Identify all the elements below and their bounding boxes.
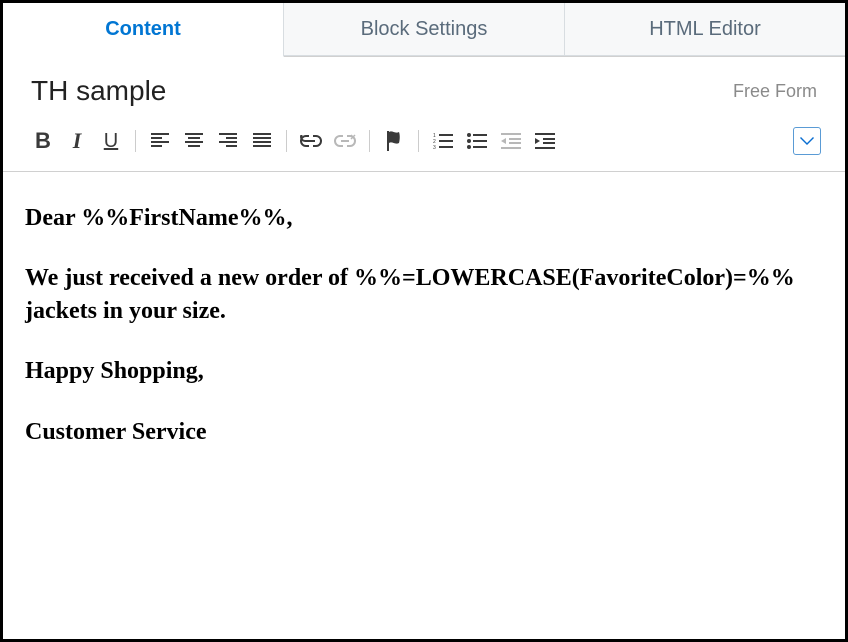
unordered-list-button[interactable] bbox=[461, 125, 493, 157]
align-justify-icon bbox=[253, 133, 271, 149]
toolbar-separator bbox=[135, 130, 136, 152]
ordered-list-button[interactable]: 123 bbox=[427, 125, 459, 157]
align-center-button[interactable] bbox=[178, 125, 210, 157]
italic-icon: I bbox=[73, 128, 82, 154]
chevron-down-icon bbox=[800, 136, 814, 146]
link-button[interactable] bbox=[295, 125, 327, 157]
align-right-icon bbox=[219, 133, 237, 149]
unordered-list-icon bbox=[467, 133, 487, 149]
more-options-button[interactable] bbox=[793, 127, 821, 155]
align-left-icon bbox=[151, 133, 169, 149]
tab-html-editor[interactable]: HTML Editor bbox=[565, 3, 845, 56]
outdent-button[interactable] bbox=[495, 125, 527, 157]
tab-content[interactable]: Content bbox=[3, 3, 284, 57]
svg-text:3: 3 bbox=[433, 145, 436, 149]
bold-icon: B bbox=[35, 128, 51, 154]
underline-button[interactable]: U bbox=[95, 125, 127, 157]
unlink-icon bbox=[334, 134, 356, 148]
ordered-list-icon: 123 bbox=[433, 133, 453, 149]
toolbar-separator bbox=[418, 130, 419, 152]
content-paragraph: We just received a new order of %%=LOWER… bbox=[25, 262, 823, 327]
align-right-button[interactable] bbox=[212, 125, 244, 157]
underline-icon: U bbox=[104, 130, 118, 153]
flag-button[interactable] bbox=[378, 125, 410, 157]
italic-button[interactable]: I bbox=[61, 125, 93, 157]
tab-block-settings[interactable]: Block Settings bbox=[284, 3, 565, 56]
formatting-toolbar: B I U 123 bbox=[3, 117, 845, 172]
content-paragraph: Customer Service bbox=[25, 416, 823, 448]
content-paragraph: Dear %%FirstName%%, bbox=[25, 202, 823, 234]
outdent-icon bbox=[501, 133, 521, 149]
flag-icon bbox=[385, 131, 403, 151]
align-center-icon bbox=[185, 133, 203, 149]
document-title: TH sample bbox=[31, 75, 166, 107]
tab-bar: Content Block Settings HTML Editor bbox=[3, 3, 845, 57]
unlink-button[interactable] bbox=[329, 125, 361, 157]
toolbar-separator bbox=[286, 130, 287, 152]
form-type-label: Free Form bbox=[733, 81, 817, 102]
title-row: TH sample Free Form bbox=[3, 57, 845, 117]
bold-button[interactable]: B bbox=[27, 125, 59, 157]
content-paragraph: Happy Shopping, bbox=[25, 355, 823, 387]
align-left-button[interactable] bbox=[144, 125, 176, 157]
indent-icon bbox=[535, 133, 555, 149]
indent-button[interactable] bbox=[529, 125, 561, 157]
editor-content[interactable]: Dear %%FirstName%%, We just received a n… bbox=[3, 172, 845, 506]
link-icon bbox=[300, 135, 322, 147]
align-justify-button[interactable] bbox=[246, 125, 278, 157]
toolbar-separator bbox=[369, 130, 370, 152]
